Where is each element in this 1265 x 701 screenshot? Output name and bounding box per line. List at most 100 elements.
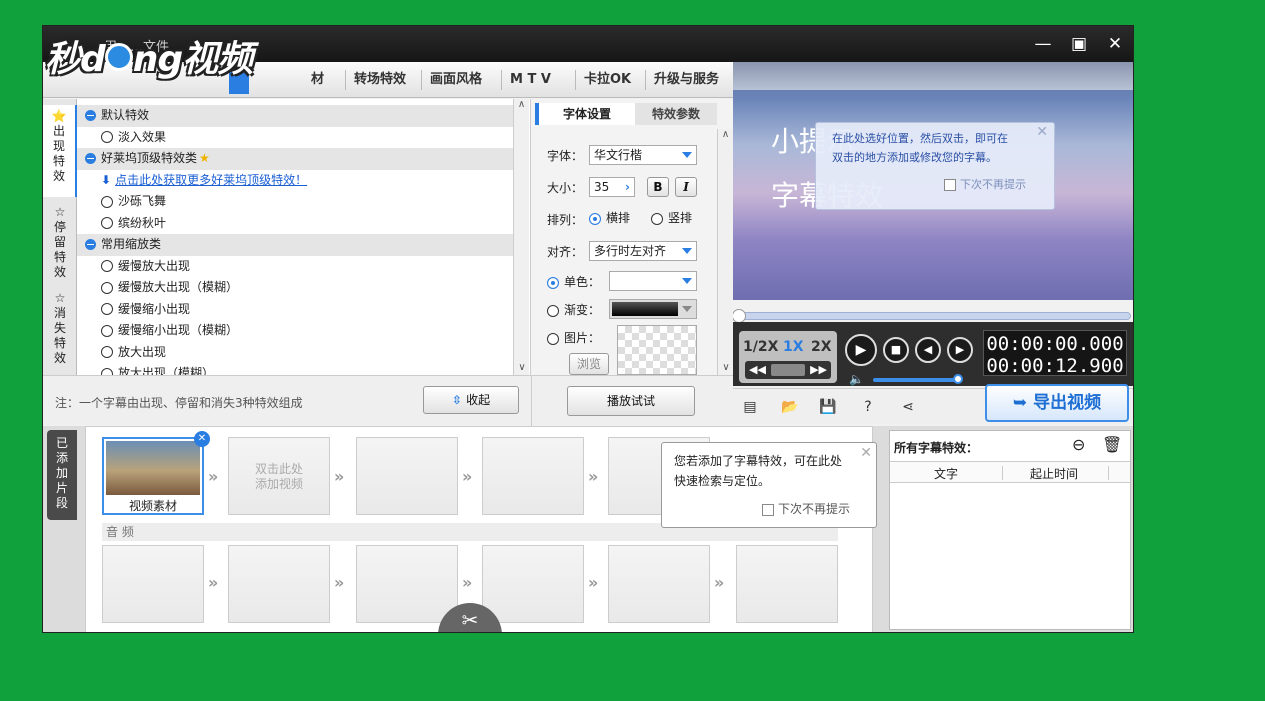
clip-video-material[interactable]: 视频素材 ✕ (102, 431, 210, 515)
gradient-radio[interactable]: 渐变： (547, 301, 600, 318)
solid-color-radio[interactable]: 单色： (547, 273, 600, 290)
tooltip-checkbox[interactable] (944, 179, 956, 191)
effect-item[interactable]: 缓慢放大出现（模糊） (77, 277, 513, 299)
progress-thumb[interactable] (732, 309, 746, 323)
collapse-minus-icon[interactable] (85, 110, 96, 121)
volume-thumb[interactable] (953, 374, 963, 384)
speed-2x[interactable]: 2X (811, 339, 832, 355)
play-test-button[interactable]: 播放试试 (567, 386, 695, 416)
open-folder-icon[interactable]: 📂 (781, 399, 799, 415)
settings-scrollbar[interactable]: ∧ ∨ (717, 129, 733, 375)
new-icon[interactable]: ▤ (741, 399, 759, 415)
effect-item[interactable]: 缓慢放大出现 (77, 256, 513, 278)
chevron-right-icon: » (334, 573, 345, 592)
popup-checkbox-row[interactable]: 下次不再提示 (674, 499, 864, 519)
share-icon[interactable]: ⋖ (899, 399, 917, 415)
tab-upgrade[interactable]: 升级与服务 (645, 70, 727, 90)
fast-forward-icon[interactable]: ▶▶ (810, 361, 827, 379)
prev-frame-icon[interactable]: ◀ (915, 337, 941, 363)
vertical-radio[interactable]: 竖排 (651, 209, 692, 226)
effect-radio[interactable] (101, 324, 113, 337)
save-icon[interactable]: 💾 (819, 399, 837, 415)
maximize-icon[interactable]: ▣ (1069, 34, 1089, 54)
effect-category[interactable]: 常用缩放类 (77, 234, 513, 256)
popup-close-icon[interactable]: ✕ (860, 443, 872, 463)
tab-karaoke[interactable]: 卡拉OK (575, 70, 639, 90)
tab-transition[interactable]: 转场特效 (345, 70, 414, 90)
video-preview[interactable]: 小提示 字幕特效 在此处选好位置，然后双击，即可在 双击的地方添加或修改您的字幕… (733, 62, 1133, 300)
audio-slot[interactable] (102, 545, 204, 623)
effect-category[interactable]: 默认特效 (77, 105, 513, 127)
audio-slot[interactable] (356, 545, 458, 623)
collapse-minus-icon[interactable] (85, 153, 96, 164)
effect-radio[interactable] (101, 303, 113, 315)
effect-category[interactable]: 好莱坞顶级特效类 ★ (77, 148, 513, 170)
tab-disappear[interactable]: ☆ 消失特效 (43, 289, 77, 371)
timeline-progress[interactable] (732, 309, 1131, 323)
close-icon[interactable]: ✕ (1105, 34, 1125, 54)
speed-1x[interactable]: 1X (783, 339, 804, 355)
solid-color-select[interactable] (609, 271, 697, 291)
horizontal-radio[interactable]: 横排 (589, 209, 630, 226)
audio-slot[interactable] (736, 545, 838, 623)
next-frame-icon[interactable]: ▶ (947, 337, 973, 363)
effect-radio[interactable] (101, 217, 113, 229)
italic-button[interactable]: I (675, 177, 697, 197)
effect-radio[interactable] (101, 281, 113, 294)
effect-radio[interactable] (101, 367, 113, 375)
add-video-slot[interactable]: 双击此处 添加视频 (228, 437, 330, 515)
tab-mtv[interactable]: M T V (501, 70, 559, 90)
effect-item[interactable]: 放大出现 (77, 342, 513, 364)
play-icon[interactable]: ▶ (845, 334, 877, 366)
effect-item[interactable]: 缓慢缩小出现 (77, 299, 513, 321)
effect-radio[interactable] (101, 260, 113, 272)
more-effects-link[interactable]: ⬇ 点击此处获取更多好莱坞顶级特效！ (77, 170, 513, 192)
effects-scrollbar[interactable]: ∧ ∨ (513, 99, 529, 375)
stop-icon[interactable]: ■ (883, 337, 909, 363)
effect-item[interactable]: 缓慢缩小出现（模糊） (77, 320, 513, 342)
effect-item[interactable]: 放大出现（模糊） (77, 363, 513, 375)
gradient-select[interactable] (609, 299, 697, 319)
tab-font-settings[interactable]: 字体设置 (535, 103, 635, 125)
locate-icon[interactable]: ⊖ (1072, 435, 1085, 454)
export-video-button[interactable]: ➥ 导出视频 (985, 384, 1129, 422)
tab-material[interactable]: 材 (303, 70, 332, 90)
speed-slider[interactable] (771, 364, 805, 376)
tab-stay[interactable]: ☆ 停留特效 (43, 203, 77, 285)
preview-sky-top (733, 62, 1133, 90)
align-select[interactable]: 多行时左对齐 (589, 241, 697, 261)
help-icon[interactable]: ? (859, 399, 877, 415)
collapse-minus-icon[interactable] (85, 239, 96, 250)
effect-item[interactable]: 淡入效果 (77, 127, 513, 149)
size-input[interactable]: 35 › (589, 177, 635, 197)
collapse-icon: ⇳ (451, 393, 467, 407)
effect-radio[interactable] (101, 195, 113, 208)
audio-slot[interactable] (608, 545, 710, 623)
minimize-icon[interactable]: — (1033, 34, 1053, 54)
empty-clip-slot[interactable] (482, 437, 584, 515)
effect-item[interactable]: 缤纷秋叶 (77, 213, 513, 235)
font-select[interactable]: 华文行楷 (589, 145, 697, 165)
collapse-button[interactable]: ⇳ 收起 (423, 386, 519, 414)
empty-clip-slot[interactable] (356, 437, 458, 515)
effect-radio[interactable] (101, 131, 113, 143)
volume-slider[interactable] (873, 378, 959, 382)
volume-icon[interactable]: 🔈 (849, 372, 864, 386)
effect-item[interactable]: 沙砾飞舞 (77, 191, 513, 213)
image-radio[interactable]: 图片： (547, 329, 600, 346)
tooltip-close-icon[interactable]: ✕ (1036, 123, 1048, 142)
tab-appear[interactable]: ⭐ 出现特效 (43, 105, 77, 197)
trash-icon[interactable]: 🗑 (1102, 435, 1122, 454)
app-window: …用、…文件 — ▣ ✕ 秒dng视频 材 转场特效 画面风格 M T V 卡拉… (42, 25, 1134, 633)
popup-checkbox[interactable] (762, 503, 774, 516)
tab-effect-params[interactable]: 特效参数 (635, 103, 717, 125)
rewind-icon[interactable]: ◀◀ (749, 361, 766, 379)
audio-slot[interactable] (482, 545, 584, 623)
tab-style[interactable]: 画面风格 (421, 70, 490, 90)
effect-radio[interactable] (101, 346, 113, 358)
bold-button[interactable]: B (647, 177, 669, 197)
speed-half[interactable]: 1/2X (743, 339, 778, 355)
browse-button[interactable]: 浏览 (569, 353, 609, 375)
audio-slot[interactable] (228, 545, 330, 623)
remove-clip-icon[interactable]: ✕ (194, 431, 210, 447)
